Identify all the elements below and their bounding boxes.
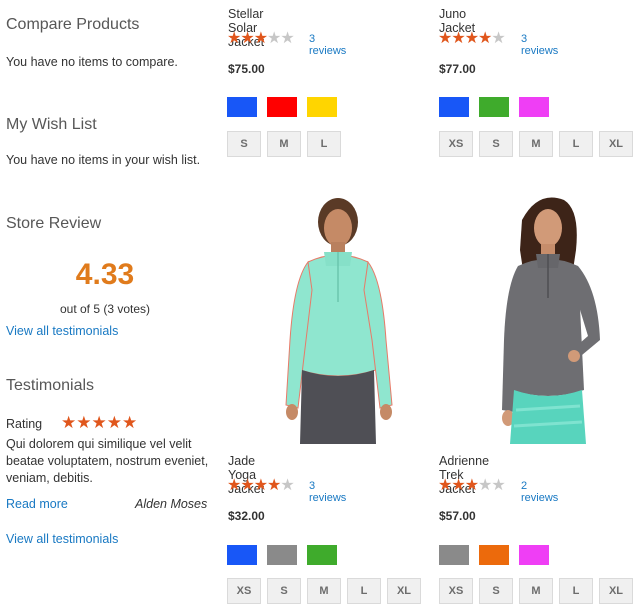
size-option-xl[interactable]: XL [599,131,633,157]
product-price: $77.00 [439,62,476,76]
size-option-xs[interactable]: XS [227,578,261,604]
color-swatch-green[interactable] [307,545,337,565]
product-image-adrienne-trek-jacket[interactable] [460,190,630,444]
color-swatch-yellow[interactable] [307,97,337,117]
size-option-l[interactable]: L [559,131,593,157]
store-review-view-all-link[interactable]: View all testimonials [6,324,118,338]
color-swatch-red[interactable] [267,97,297,117]
size-option-m[interactable]: M [307,578,341,604]
size-option-xl[interactable]: XL [599,578,633,604]
wishlist-title: My Wish List [6,116,97,133]
size-option-xs[interactable]: XS [439,131,473,157]
testimonials-view-all-link[interactable]: View all testimonials [6,532,118,546]
color-swatch-blue[interactable] [227,97,257,117]
testimonial-rating-label: Rating [6,417,43,431]
compare-products-title: Compare Products [6,16,140,33]
color-swatch-blue[interactable] [227,545,257,565]
product-rating-stars: ★★★★★ [227,30,295,47]
product-reviews-link[interactable]: 3 reviews [521,33,558,57]
size-option-l[interactable]: L [347,578,381,604]
size-option-s[interactable]: S [227,131,261,157]
star-filled-icon: ★★★ [227,30,268,47]
testimonial-author: Alden Moses [135,497,208,511]
store-review-title: Store Review [6,215,102,232]
color-swatch-gray[interactable] [439,545,469,565]
testimonial-read-more-link[interactable]: Read more [6,497,68,511]
product-image-jade-yoga-jacket[interactable] [250,190,420,444]
testimonials-title: Testimonials [6,377,95,394]
product-rating-stars: ★★★★★ [227,477,295,494]
size-option-l[interactable]: L [307,131,341,157]
size-option-s[interactable]: S [479,578,513,604]
size-option-l[interactable]: L [559,578,593,604]
woman-in-gray-jacket-photo [502,197,600,444]
color-swatch-pink[interactable] [519,545,549,565]
star-filled-icon: ★★★ [438,477,479,494]
store-review-summary: out of 5 (3 votes) [59,302,151,316]
testimonial-text: Qui dolorem qui similique vel velit beat… [6,437,209,485]
size-option-m[interactable]: M [267,131,301,157]
product-reviews-link[interactable]: 3 reviews [309,480,346,504]
product-rating-stars: ★★★★★ [438,477,506,494]
color-swatch-pink[interactable] [519,97,549,117]
product-price: $75.00 [228,62,265,76]
star-empty-icon: ★★ [478,477,506,494]
product-reviews-link[interactable]: 3 reviews [309,33,346,57]
product-price: $57.00 [439,509,476,523]
color-swatch-blue[interactable] [439,97,469,117]
wishlist-empty-text: You have no items in your wish list. [6,153,201,167]
star-empty-icon: ★ [280,477,294,494]
color-swatch-orange[interactable] [479,545,509,565]
star-filled-icon: ★★★★ [227,477,281,494]
woman-in-mint-jacket-photo [285,198,393,444]
store-review-score: 4.33 [75,258,135,291]
star-filled-icon: ★★★★ [438,30,492,47]
size-option-xl[interactable]: XL [387,578,421,604]
compare-empty-text: You have no items to compare. [6,55,178,69]
product-rating-stars: ★★★★★ [438,30,506,47]
size-option-xs[interactable]: XS [439,578,473,604]
star-empty-icon: ★ [491,30,505,47]
color-swatch-green[interactable] [479,97,509,117]
size-option-s[interactable]: S [267,578,301,604]
size-option-m[interactable]: M [519,578,553,604]
color-swatch-gray[interactable] [267,545,297,565]
size-option-m[interactable]: M [519,131,553,157]
testimonial-rating-stars: ★★★★★ [61,413,138,432]
star-empty-icon: ★★ [267,30,295,47]
product-price: $32.00 [228,509,265,523]
size-option-s[interactable]: S [479,131,513,157]
product-reviews-link[interactable]: 2 reviews [521,480,558,504]
